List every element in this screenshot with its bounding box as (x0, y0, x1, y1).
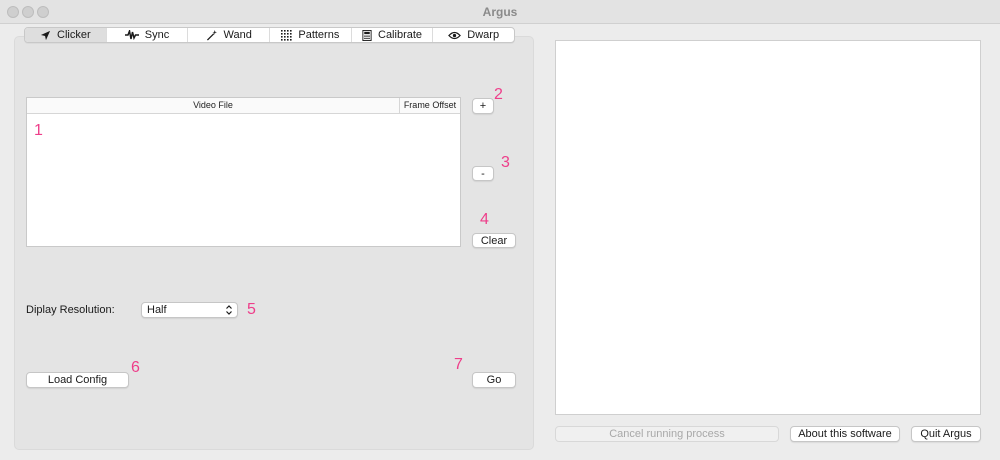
about-button[interactable]: About this software (790, 426, 900, 442)
tab-calibrate-label: Calibrate (378, 29, 423, 41)
tab-dwarp[interactable]: Dwarp (433, 28, 514, 42)
add-video-button[interactable]: + (472, 98, 494, 114)
tab-clicker-label: Clicker (57, 29, 91, 41)
tab-dwarp-label: Dwarp (467, 29, 500, 41)
dot-grid-icon (281, 29, 292, 41)
tab-sync-label: Sync (144, 29, 170, 41)
tab-wand[interactable]: Wand (188, 28, 271, 42)
chevron-updown-icon (226, 305, 232, 315)
cancel-process-button[interactable]: Cancel running process (555, 426, 779, 442)
tab-clicker[interactable]: Clicker (25, 28, 107, 42)
wand-icon (206, 29, 217, 41)
waveform-icon (124, 30, 139, 40)
annotation-3: 3 (501, 154, 510, 171)
table-header: Video File Frame Offset (27, 98, 460, 114)
remove-video-button[interactable]: - (472, 166, 494, 181)
annotation-5: 5 (247, 301, 256, 318)
load-config-button[interactable]: Load Config (26, 372, 129, 388)
resolution-select[interactable]: Half (141, 302, 238, 318)
eye-icon (448, 31, 462, 39)
annotation-2: 2 (494, 86, 503, 103)
quit-button[interactable]: Quit Argus (911, 426, 981, 442)
clear-button[interactable]: Clear (472, 233, 516, 248)
calculator-icon (362, 29, 372, 41)
cursor-arrow-icon (40, 30, 51, 40)
tab-patterns[interactable]: Patterns (270, 28, 352, 42)
tab-bar: Clicker Sync Wand Patterns Calibrate Dwa… (24, 27, 515, 43)
video-file-column-header[interactable]: Video File (27, 98, 400, 113)
output-pane[interactable] (555, 40, 981, 415)
tab-sync[interactable]: Sync (107, 28, 189, 42)
title-bar: Argus (0, 0, 1000, 24)
annotation-4: 4 (480, 211, 489, 228)
annotation-7: 7 (454, 356, 463, 373)
annotation-1: 1 (34, 122, 43, 139)
video-file-table[interactable]: Video File Frame Offset (26, 97, 461, 247)
frame-offset-column-header[interactable]: Frame Offset (400, 98, 460, 113)
tab-calibrate[interactable]: Calibrate (352, 28, 434, 42)
tab-wand-label: Wand (223, 29, 252, 41)
annotation-6: 6 (131, 359, 140, 376)
app-window: Argus Clicker Sync Wand Patterns Calibra… (0, 0, 1000, 460)
resolution-label: Diplay Resolution: (26, 304, 115, 316)
go-button[interactable]: Go (472, 372, 516, 388)
tab-patterns-label: Patterns (298, 29, 340, 41)
resolution-select-value: Half (147, 304, 167, 316)
window-title: Argus (482, 5, 518, 19)
